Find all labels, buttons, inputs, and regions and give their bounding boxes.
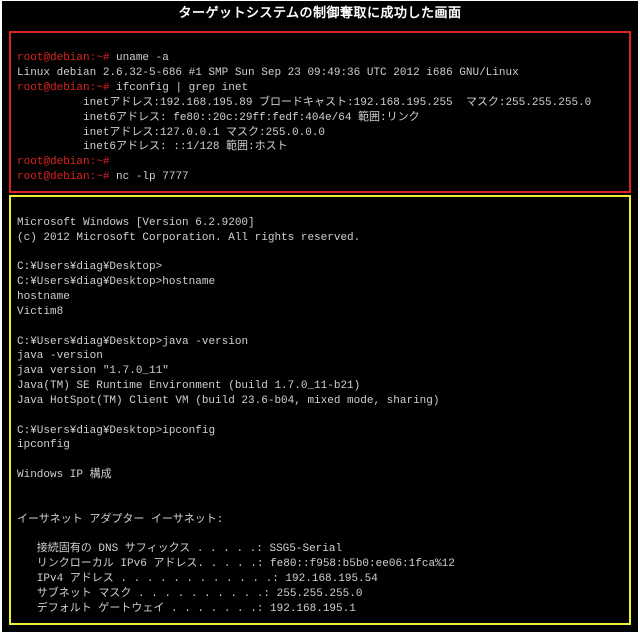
win-prompt: C:¥Users¥diag¥Desktop> — [17, 425, 162, 437]
screenshot-frame: ターゲットシステムの制御奪取に成功した画面 root@debian:~# una… — [2, 1, 638, 632]
cmd-hostname: hostname — [162, 276, 215, 288]
java-line: Java HotSpot(TM) Client VM (build 23.6-b… — [17, 395, 439, 407]
linux-prompt: root@debian:~# — [17, 171, 109, 183]
victim-terminal-panel: Microsoft Windows [Version 6.2.9200] (c)… — [9, 195, 631, 625]
ipconfig-line-dns: 接続固有の DNS サフィックス . . . . .: SSG5-Serial — [17, 543, 342, 555]
cmd-ipconfig: ipconfig — [162, 425, 215, 437]
echo-hostname: hostname — [17, 291, 70, 303]
ipconfig-line-gateway: デフォルト ゲートウェイ . . . . . . .: 192.168.195.… — [17, 603, 356, 615]
cmd-nc: nc -lp 7777 — [116, 171, 189, 183]
win-prompt: C:¥Users¥diag¥Desktop> — [17, 336, 162, 348]
cmd-ifconfig: ifconfig | grep inet — [116, 82, 248, 94]
win-prompt: C:¥Users¥diag¥Desktop> — [17, 261, 162, 273]
ifconfig-line: inetアドレス:127.0.0.1 マスク:255.0.0.0 — [17, 127, 325, 139]
attacker-terminal-panel: root@debian:~# uname -a Linux debian 2.6… — [9, 31, 631, 193]
adapter-header: イーサネット アダプター イーサネット: — [17, 514, 223, 526]
linux-prompt: root@debian:~# — [17, 82, 109, 94]
uname-output: Linux debian 2.6.32-5-686 #1 SMP Sun Sep… — [17, 67, 519, 79]
ipconfig-line-ipv6: リンクローカル IPv6 アドレス. . . . .: fe80::f958:b… — [17, 558, 455, 570]
ipconfig-line-mask: サブネット マスク . . . . . . . . . .: 255.255.2… — [17, 588, 362, 600]
ipconfig-line-ipv4: IPv4 アドレス . . . . . . . . . . . .: 192.1… — [17, 573, 378, 585]
terminal-area: root@debian:~# uname -a Linux debian 2.6… — [3, 27, 637, 631]
java-line: Java(TM) SE Runtime Environment (build 1… — [17, 380, 360, 392]
cmd-uname: uname -a — [116, 52, 169, 64]
hostname-output: Victim8 — [17, 306, 63, 318]
echo-ipconfig: ipconfig — [17, 439, 70, 451]
cmd-java: java -version — [162, 336, 248, 348]
java-line: java version "1.7.0_11" — [17, 365, 169, 377]
linux-prompt: root@debian:~# — [17, 156, 109, 168]
page-title: ターゲットシステムの制御奪取に成功した画面 — [3, 2, 637, 27]
win-prompt: C:¥Users¥diag¥Desktop> — [17, 276, 162, 288]
linux-prompt: root@debian:~# — [17, 52, 109, 64]
echo-java: java -version — [17, 350, 103, 362]
win-version: Microsoft Windows [Version 6.2.9200] — [17, 217, 255, 229]
win-copyright: (c) 2012 Microsoft Corporation. All righ… — [17, 232, 360, 244]
ifconfig-line: inetアドレス:192.168.195.89 ブロードキャスト:192.168… — [17, 97, 591, 109]
ifconfig-line: inet6アドレス: fe80::20c:29ff:fedf:404e/64 範… — [17, 112, 420, 124]
ipconfig-title: Windows IP 構成 — [17, 469, 112, 481]
ifconfig-line: inet6アドレス: ::1/128 範囲:ホスト — [17, 141, 288, 153]
